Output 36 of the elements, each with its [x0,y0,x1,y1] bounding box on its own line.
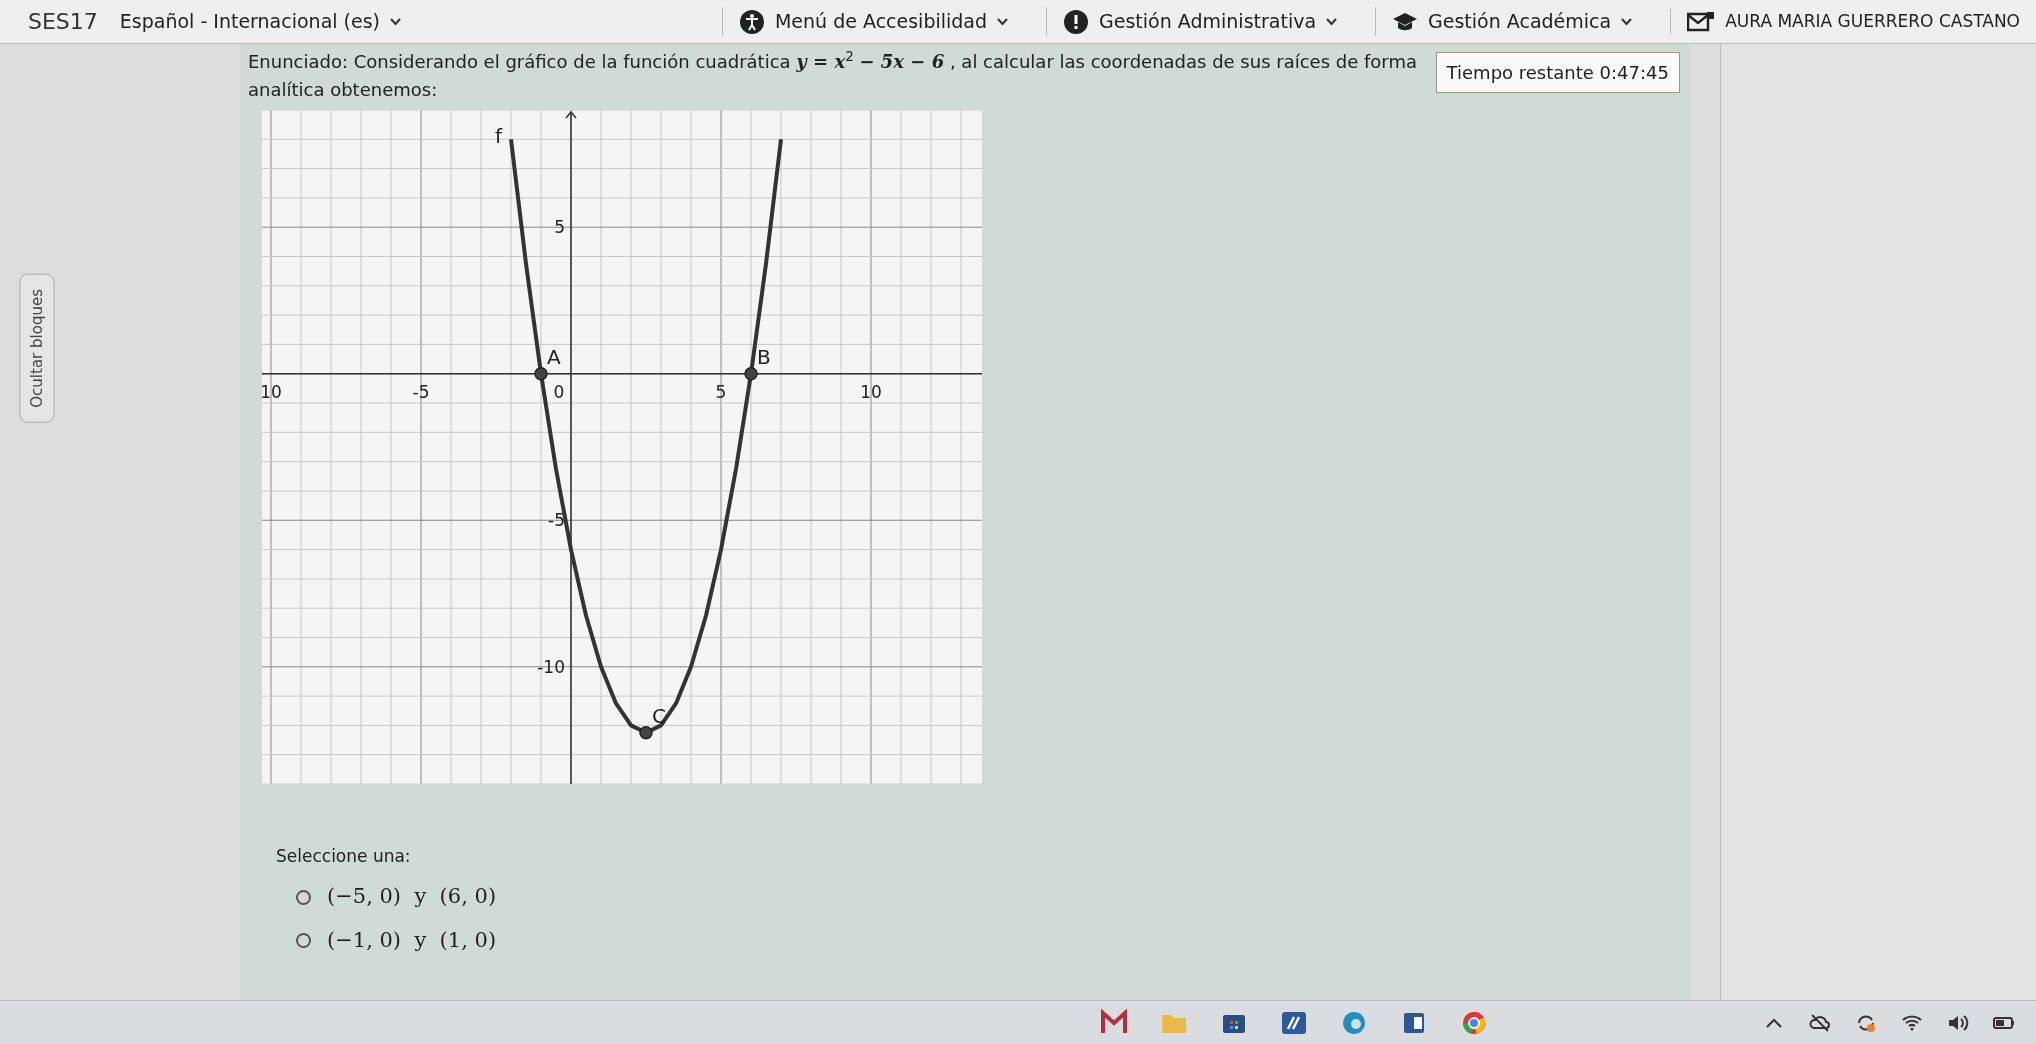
navigation-menu[interactable]: Gestión Administrativa [1046,7,1354,36]
point-marker [639,725,653,740]
point-label: B [757,344,771,369]
axis-tick-label: -5 [548,510,565,531]
axis-tick-label: -5 [412,381,430,402]
caret-icon [1326,17,1338,26]
navigation-menu[interactable]: Menú de Accesibilidad [721,7,1025,36]
point-label: C [652,703,666,728]
site-name[interactable]: SES17 [28,5,98,38]
axis-tick-label: 5 [554,217,565,237]
axis-tick-label: -10 [537,656,565,677]
hide-blocks-tab[interactable]: Ocultar bloques [20,274,55,423]
alert-icon [1063,8,1090,35]
point-label: A [547,344,561,369]
caret-icon [1621,17,1633,26]
question-statement: Enunciado: Considerando el gráfico de la función cuadrática y = x$^{2}$ − 5x − 6 , al calcular las coordenadas de sus raíces de forma analítica obtenemos: [248,48,1418,102]
point-marker [744,366,758,381]
axis-tick-label: 0 [553,381,565,402]
accessibility-icon [738,8,765,35]
time-remaining: Tiempo restante 0:47:45 [1435,52,1680,93]
curve-label: f [495,124,503,149]
answer-option[interactable]: (−1, 0) y (1, 0) [327,924,497,957]
envelope-icon [1687,10,1716,33]
radio-button[interactable] [296,933,311,949]
language-menu[interactable]: Español - Internacional (es) [119,7,402,36]
caret-icon [390,17,402,26]
answer-option[interactable]: (−5, 0) y (6, 0) [327,881,497,913]
point-marker [534,366,548,381]
user-menu[interactable]: AURA MARIA GUERRERO CASTANO [1670,8,2036,35]
caret-icon [997,17,1009,26]
axis-tick-label: 5 [715,381,727,402]
axis-tick-label: 10 [262,381,282,402]
answer-prompt: Seleccione una: [276,844,412,868]
axis-tick-label: 10 [860,381,882,402]
radio-button[interactable] [296,889,311,905]
navigation-menu[interactable]: Gestión Académica [1375,7,1649,36]
